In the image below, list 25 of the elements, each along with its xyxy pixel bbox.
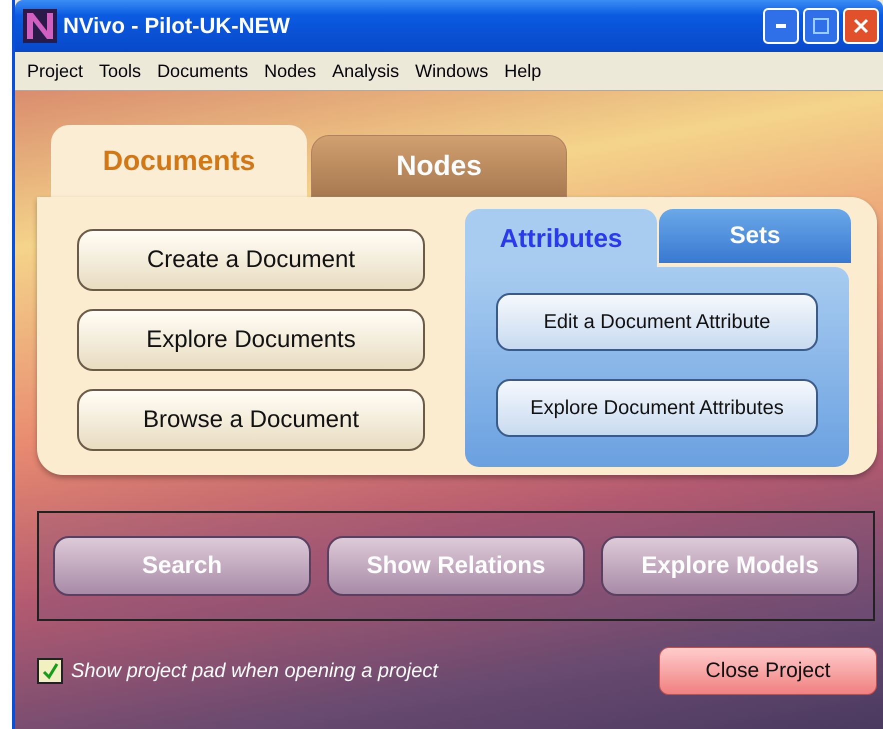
checkbox[interactable] <box>37 658 63 684</box>
close-project-button[interactable]: Close Project <box>659 647 877 695</box>
action-button[interactable]: Edit a Document Attribute <box>496 293 818 351</box>
menu-item[interactable]: Project <box>23 60 96 82</box>
checkbox-label: Show project pad when opening a project <box>71 660 438 682</box>
menu-item[interactable]: Tools <box>95 60 154 82</box>
tab[interactable]: Attributes <box>465 209 657 267</box>
action-button[interactable]: Create a Document <box>77 229 425 291</box>
menu-item[interactable]: Analysis <box>328 60 412 82</box>
minimize-icon <box>776 24 786 28</box>
app-logo-icon <box>23 9 57 43</box>
checkmark-icon <box>41 662 59 680</box>
window-title: NVivo - Pilot-UK-NEW <box>63 13 290 39</box>
action-button[interactable]: Explore Documents <box>77 309 425 371</box>
close-button[interactable] <box>843 8 879 44</box>
maximize-icon <box>813 18 829 34</box>
menu-item[interactable]: Nodes <box>260 60 328 82</box>
menu-item[interactable]: Documents <box>153 60 260 82</box>
action-button[interactable]: Browse a Document <box>77 389 425 451</box>
menu-item[interactable]: Windows <box>411 60 500 82</box>
close-icon <box>853 18 869 34</box>
menu-item[interactable]: Help <box>500 60 554 82</box>
action-button[interactable]: Explore Document Attributes <box>496 379 818 437</box>
minimize-button[interactable] <box>763 8 799 44</box>
maximize-button[interactable] <box>803 8 839 44</box>
